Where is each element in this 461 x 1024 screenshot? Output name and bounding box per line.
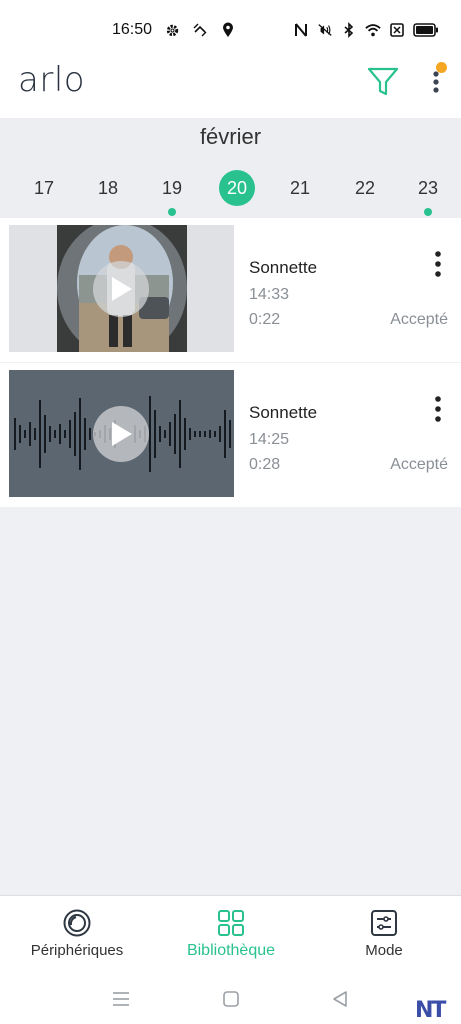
recording-time: 14:33 [249, 286, 290, 303]
day-number: 18 [97, 178, 119, 198]
devices-icon [63, 909, 91, 937]
recording-item[interactable]: Sonnette 14:25 0:28 Accepté [0, 363, 461, 507]
day-21[interactable]: 21 [280, 170, 320, 206]
arlo-logo: arlo [18, 60, 86, 100]
audio-waveform-thumbnail[interactable] [9, 370, 234, 497]
more-vertical-icon [435, 396, 441, 422]
play-icon [112, 422, 132, 446]
day-number: 23 [417, 178, 439, 198]
more-vertical-icon [435, 251, 441, 277]
status-bar: 16:50 [0, 0, 461, 56]
recording-duration: 0:28 [249, 456, 281, 473]
wifi-icon [365, 22, 381, 38]
recent-apps-icon [113, 992, 129, 1006]
status-left: 16:50 [112, 20, 236, 40]
recording-item[interactable]: Sonnette 14:33 0:22 Accepté [0, 218, 461, 362]
nav-label: Périphériques [30, 942, 124, 959]
notification-dot [436, 62, 447, 73]
watermark-logo: NT [415, 998, 446, 1023]
library-grid-icon [218, 910, 244, 936]
nav-bibliotheque[interactable]: Bibliothèque [154, 896, 308, 976]
recording-status: Accepté [390, 456, 448, 473]
status-time: 16:50 [112, 21, 153, 38]
day-number: 21 [289, 178, 311, 198]
filter-button[interactable] [366, 64, 400, 98]
recent-apps-button[interactable] [109, 987, 133, 1011]
day-number: 20 [219, 170, 255, 206]
location-icon [220, 22, 236, 38]
play-icon [112, 277, 132, 301]
day-18[interactable]: 18 [88, 170, 128, 206]
recording-status: Accepté [390, 311, 448, 328]
nav-label: Bibliothèque [186, 942, 276, 959]
nav-label: Mode [365, 942, 403, 959]
mute-icon [317, 22, 333, 38]
recording-more-button[interactable] [428, 248, 448, 284]
mode-sliders-icon [371, 910, 397, 936]
status-right [293, 20, 439, 40]
recording-title: Sonnette [249, 403, 318, 422]
day-19[interactable]: 19 [152, 170, 192, 216]
nfc-icon [293, 22, 309, 38]
filter-icon [367, 67, 399, 96]
home-icon [223, 991, 239, 1007]
back-button[interactable] [328, 987, 352, 1011]
video-thumbnail[interactable] [9, 225, 234, 352]
day-20[interactable]: 20 [217, 170, 257, 206]
home-button[interactable] [219, 987, 243, 1011]
sim-icon [389, 22, 405, 38]
recording-indicator-dot [168, 208, 176, 216]
recording-title: Sonnette [249, 258, 318, 277]
day-number: 17 [33, 178, 55, 198]
day-22[interactable]: 22 [345, 170, 385, 206]
recording-time: 14:25 [249, 431, 290, 448]
app-header: arlo [0, 56, 461, 118]
nfc-rotate-icon [192, 22, 208, 38]
bottom-navigation: Périphériques Bibliothèque Mode [0, 895, 461, 975]
date-strip: février 17 18 19 20 21 22 23 [0, 118, 461, 218]
battery-icon [413, 22, 439, 38]
nav-peripheriques[interactable]: Périphériques [0, 896, 154, 976]
recording-more-button[interactable] [428, 393, 448, 429]
play-button[interactable] [93, 406, 149, 462]
system-navigation-bar [0, 975, 461, 1024]
recording-duration: 0:22 [249, 311, 281, 328]
nav-mode[interactable]: Mode [307, 896, 461, 976]
recording-indicator-dot [424, 208, 432, 216]
bluetooth-icon [341, 22, 357, 38]
day-number: 22 [354, 178, 376, 198]
day-number: 19 [161, 178, 183, 198]
day-17[interactable]: 17 [24, 170, 64, 206]
gear-icon [164, 22, 180, 38]
day-23[interactable]: 23 [408, 170, 448, 216]
month-label: février [199, 124, 262, 149]
play-button[interactable] [93, 261, 149, 317]
back-icon [333, 991, 347, 1007]
